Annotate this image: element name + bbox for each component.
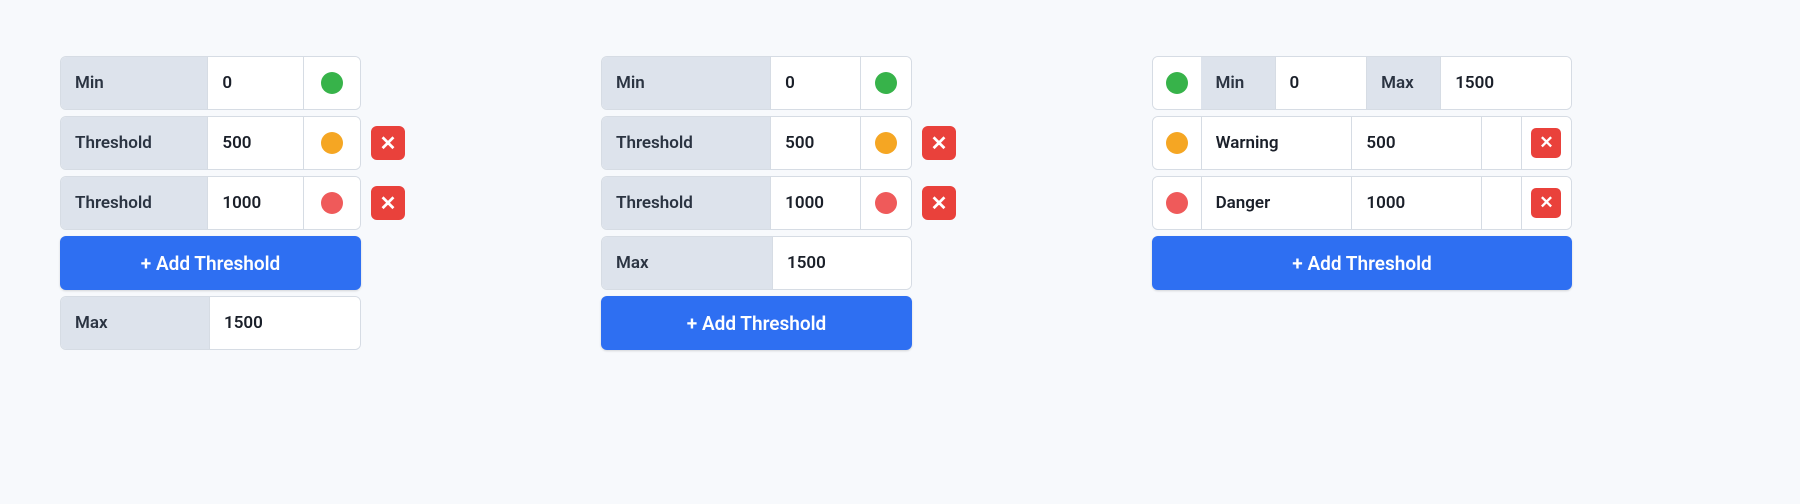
- color-swatch: [1166, 192, 1188, 214]
- add-threshold-button[interactable]: + Add Threshold: [1152, 236, 1572, 290]
- color-swatch: [1166, 72, 1188, 94]
- color-swatch: [875, 192, 897, 214]
- row-box: Threshold 500: [60, 116, 361, 170]
- close-icon: ✕: [380, 193, 397, 213]
- row-value[interactable]: 500: [208, 117, 303, 169]
- color-swatch: [1166, 132, 1188, 154]
- color-swatch-cell[interactable]: [304, 57, 360, 109]
- threshold-row: Danger 1000 ✕: [1152, 176, 1572, 230]
- min-label: Min: [1201, 57, 1274, 109]
- color-swatch: [321, 132, 343, 154]
- threshold-row: Threshold 1000 ✕: [60, 176, 405, 230]
- color-swatch-cell[interactable]: [304, 117, 360, 169]
- delete-threshold-button[interactable]: ✕: [371, 126, 405, 160]
- close-icon: ✕: [1539, 195, 1553, 212]
- row-label: Max: [602, 237, 772, 289]
- row-box: Max 1500: [60, 296, 361, 350]
- threshold-row-max: Max 1500: [601, 236, 956, 290]
- row-box: Threshold 1000: [601, 176, 912, 230]
- add-threshold-button[interactable]: + Add Threshold: [601, 296, 912, 350]
- close-icon: ✕: [931, 193, 948, 213]
- delete-threshold-button[interactable]: ✕: [1531, 128, 1561, 158]
- delete-threshold-button[interactable]: ✕: [922, 126, 956, 160]
- color-swatch-cell[interactable]: [1153, 57, 1201, 109]
- close-icon: ✕: [1539, 135, 1553, 152]
- threshold-row: Threshold 1000 ✕: [601, 176, 956, 230]
- max-label: Max: [1367, 57, 1440, 109]
- delete-threshold-button[interactable]: ✕: [371, 186, 405, 220]
- row-value[interactable]: 500: [771, 117, 860, 169]
- row-box: Threshold 1000: [60, 176, 361, 230]
- row-value[interactable]: 1000: [771, 177, 860, 229]
- threshold-row: Threshold 500 ✕: [601, 116, 956, 170]
- min-value[interactable]: 0: [1276, 57, 1367, 109]
- color-swatch: [875, 132, 897, 154]
- row-label: Threshold: [61, 177, 207, 229]
- row-label: Threshold: [602, 117, 770, 169]
- color-swatch: [321, 192, 343, 214]
- threshold-row-min: Min 0: [60, 56, 405, 110]
- row-label: Threshold: [602, 177, 770, 229]
- max-value[interactable]: 1500: [1441, 57, 1571, 109]
- add-threshold-button[interactable]: + Add Threshold: [60, 236, 361, 290]
- row-label: Min: [61, 57, 207, 109]
- row-box: Threshold 500: [601, 116, 912, 170]
- threshold-label[interactable]: Warning: [1202, 117, 1352, 169]
- row-value[interactable]: 0: [771, 57, 860, 109]
- row-value[interactable]: 1500: [773, 237, 911, 289]
- delete-cell: ✕: [1522, 177, 1571, 229]
- color-swatch-cell[interactable]: [1153, 117, 1201, 169]
- row-box: Warning 500 ✕: [1152, 116, 1572, 170]
- threshold-value[interactable]: 1000: [1352, 177, 1480, 229]
- bounds-row: Min 0 Max 1500: [1152, 56, 1572, 110]
- color-swatch-cell[interactable]: [1153, 177, 1201, 229]
- row-label: Min: [602, 57, 770, 109]
- threshold-row-max: Max 1500: [60, 296, 405, 350]
- thresholds-panel-a: Min 0 Threshold 500 ✕ Threshold 1000: [60, 56, 405, 448]
- color-swatch-cell[interactable]: [861, 57, 911, 109]
- row-box: Min 0: [601, 56, 912, 110]
- delete-cell: ✕: [1522, 117, 1571, 169]
- threshold-value[interactable]: 500: [1352, 117, 1480, 169]
- color-swatch-cell[interactable]: [861, 117, 911, 169]
- row-label: Max: [61, 297, 209, 349]
- row-value[interactable]: 1000: [208, 177, 303, 229]
- thresholds-panel-c: Min 0 Max 1500 Warning 500 ✕: [1152, 56, 1572, 448]
- delete-threshold-button[interactable]: ✕: [922, 186, 956, 220]
- thresholds-panel-b: Min 0 Threshold 500 ✕ Threshold 1000: [601, 56, 956, 448]
- row-box: Min 0: [60, 56, 361, 110]
- row-value[interactable]: 1500: [210, 297, 360, 349]
- row-box: Min 0 Max 1500: [1152, 56, 1572, 110]
- color-swatch: [321, 72, 343, 94]
- delete-threshold-button[interactable]: ✕: [1531, 188, 1561, 218]
- row-label: Threshold: [61, 117, 207, 169]
- row-box: Max 1500: [601, 236, 912, 290]
- color-swatch-cell[interactable]: [861, 177, 911, 229]
- threshold-row-min: Min 0: [601, 56, 956, 110]
- color-swatch: [875, 72, 897, 94]
- threshold-row: Warning 500 ✕: [1152, 116, 1572, 170]
- row-box: Danger 1000 ✕: [1152, 176, 1572, 230]
- threshold-row: Threshold 500 ✕: [60, 116, 405, 170]
- row-value[interactable]: 0: [208, 57, 303, 109]
- threshold-label[interactable]: Danger: [1202, 177, 1352, 229]
- close-icon: ✕: [380, 133, 397, 153]
- close-icon: ✕: [931, 133, 948, 153]
- color-swatch-cell[interactable]: [304, 177, 360, 229]
